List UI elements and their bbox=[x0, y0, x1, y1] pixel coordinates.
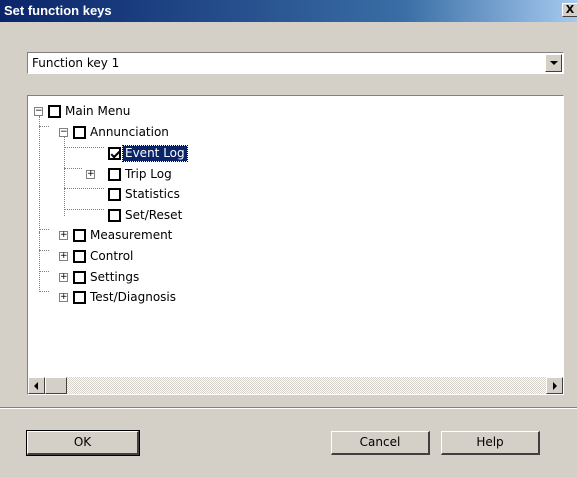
function-key-dropdown-value: Function key 1 bbox=[32, 56, 120, 70]
cancel-button[interactable]: Cancel bbox=[331, 431, 430, 455]
tree-node-control[interactable]: + Control bbox=[28, 248, 248, 266]
close-button[interactable]: X bbox=[562, 3, 577, 17]
tree-label-trip-log: Trip Log bbox=[125, 167, 172, 181]
menu-tree[interactable]: − Main Menu − Annunciation Event Log + T… bbox=[27, 95, 564, 395]
scroll-thumb[interactable] bbox=[45, 377, 67, 394]
tree-label-test-diagnosis: Test/Diagnosis bbox=[90, 290, 177, 304]
tree-node-statistics[interactable]: Statistics bbox=[28, 186, 268, 204]
collapse-icon[interactable]: − bbox=[59, 128, 68, 137]
tree-label-event-log: Event Log bbox=[122, 145, 188, 162]
separator bbox=[0, 407, 577, 409]
tree-label-control: Control bbox=[90, 249, 134, 263]
expand-icon[interactable]: + bbox=[59, 231, 68, 240]
tree-node-event-log[interactable]: Event Log bbox=[28, 145, 268, 163]
expand-icon[interactable]: + bbox=[59, 252, 68, 261]
tree-node-trip-log[interactable]: + Trip Log bbox=[28, 166, 268, 184]
checkbox-set-reset[interactable] bbox=[108, 209, 121, 222]
checkbox-main-menu[interactable] bbox=[48, 105, 61, 118]
scroll-left-icon[interactable] bbox=[28, 377, 45, 394]
ok-button[interactable]: OK bbox=[26, 430, 140, 456]
checkbox-test-diagnosis[interactable] bbox=[73, 291, 86, 304]
horizontal-scrollbar[interactable] bbox=[28, 377, 563, 394]
expand-icon[interactable]: + bbox=[59, 273, 68, 282]
checkbox-trip-log[interactable] bbox=[108, 168, 121, 181]
checkbox-settings[interactable] bbox=[73, 271, 86, 284]
collapse-icon[interactable]: − bbox=[34, 107, 43, 116]
tree-label-main-menu: Main Menu bbox=[65, 104, 131, 118]
chevron-down-icon[interactable] bbox=[545, 54, 562, 72]
title-bar: Set function keys X bbox=[0, 0, 577, 22]
tree-node-set-reset[interactable]: Set/Reset bbox=[28, 207, 268, 225]
checkbox-measurement[interactable] bbox=[73, 229, 86, 242]
expand-icon[interactable]: + bbox=[59, 293, 68, 302]
checkbox-statistics[interactable] bbox=[108, 188, 121, 201]
tree-label-settings: Settings bbox=[90, 270, 140, 284]
expand-icon[interactable]: + bbox=[86, 170, 95, 179]
tree-label-statistics: Statistics bbox=[125, 187, 180, 201]
tree-node-measurement[interactable]: + Measurement bbox=[28, 227, 248, 245]
window-title: Set function keys bbox=[4, 3, 112, 18]
tree-node-settings[interactable]: + Settings bbox=[28, 269, 248, 287]
checkbox-event-log[interactable] bbox=[108, 147, 121, 160]
function-key-dropdown[interactable]: Function key 1 bbox=[27, 52, 564, 74]
checkbox-annunciation[interactable] bbox=[73, 126, 86, 139]
checkbox-control[interactable] bbox=[73, 250, 86, 263]
tree-label-measurement: Measurement bbox=[90, 228, 173, 242]
tree-label-annunciation: Annunciation bbox=[90, 125, 169, 139]
tree-node-main-menu[interactable]: − Main Menu bbox=[28, 103, 228, 121]
help-button[interactable]: Help bbox=[441, 431, 540, 455]
tree-label-set-reset: Set/Reset bbox=[125, 208, 183, 222]
scroll-right-icon[interactable] bbox=[546, 377, 563, 394]
tree-node-annunciation[interactable]: − Annunciation bbox=[28, 124, 248, 142]
tree-node-test-diagnosis[interactable]: + Test/Diagnosis bbox=[28, 289, 248, 307]
